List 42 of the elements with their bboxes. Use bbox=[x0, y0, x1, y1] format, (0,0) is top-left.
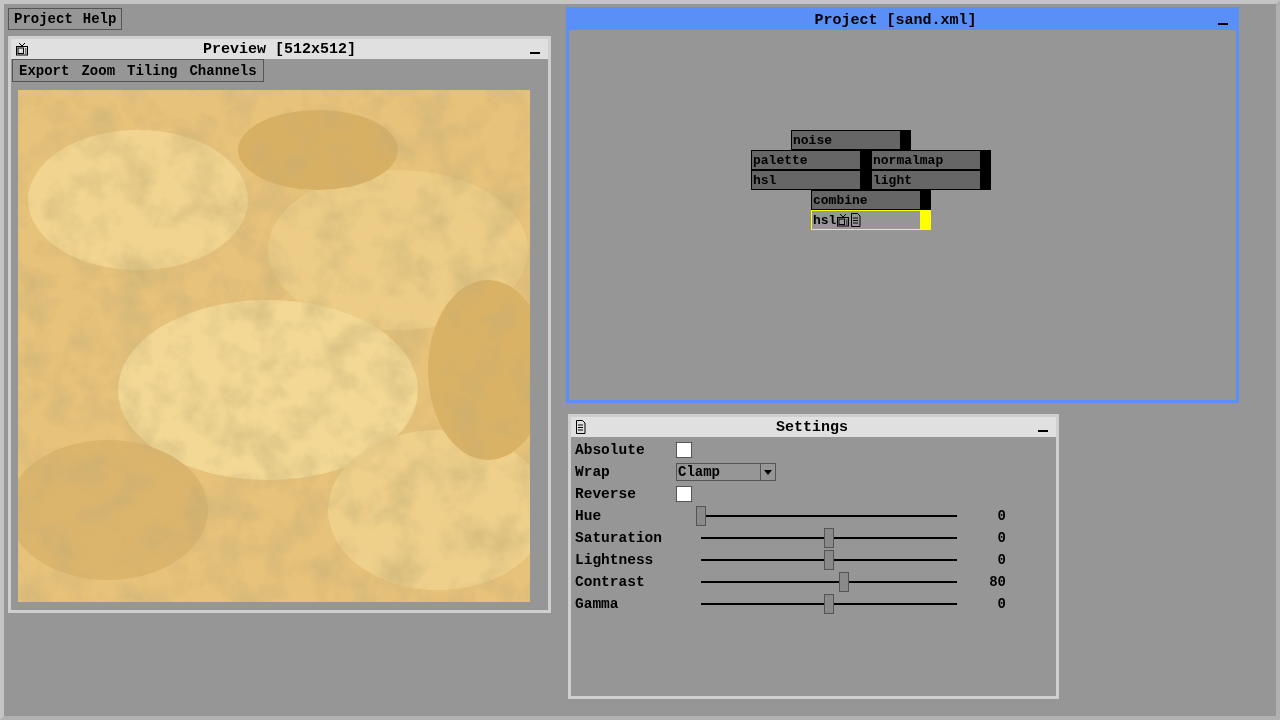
menu-item[interactable]: Channels bbox=[189, 62, 257, 79]
caret-icon bbox=[764, 469, 772, 475]
tv-icon bbox=[15, 42, 29, 56]
slider-value: 0 bbox=[996, 552, 1006, 568]
window-title: Preview [512x512] bbox=[202, 40, 357, 58]
menu-item[interactable]: Export bbox=[19, 62, 70, 79]
setting-label: Absolute bbox=[575, 442, 646, 458]
document-icon bbox=[850, 213, 862, 227]
menu-item[interactable]: Zoom bbox=[81, 62, 116, 79]
slider-thumb[interactable] bbox=[824, 528, 834, 548]
document-icon bbox=[575, 420, 586, 434]
setting-label: Gamma bbox=[575, 596, 620, 612]
checkbox[interactable] bbox=[676, 486, 692, 502]
graph-node[interactable]: combine bbox=[811, 190, 931, 210]
menu-item[interactable]: Help bbox=[82, 11, 117, 27]
window-title: Project [sand.xml] bbox=[813, 11, 978, 29]
tv-icon bbox=[836, 213, 851, 227]
dropdown[interactable]: Clamp bbox=[676, 463, 776, 481]
checkbox[interactable] bbox=[676, 442, 692, 458]
slider-value: 0 bbox=[996, 508, 1006, 524]
slider-value: 0 bbox=[996, 596, 1006, 612]
setting-label: Hue bbox=[575, 508, 603, 524]
slider-value: 0 bbox=[996, 530, 1006, 546]
slider-thumb[interactable] bbox=[824, 594, 834, 614]
slider-thumb[interactable] bbox=[824, 550, 834, 570]
setting-label: Lightness bbox=[575, 552, 655, 568]
graph-node[interactable]: noise bbox=[791, 130, 911, 150]
slider-value: 80 bbox=[988, 574, 1006, 590]
slider-thumb[interactable] bbox=[839, 572, 850, 592]
setting-label: Wrap bbox=[575, 464, 611, 480]
setting-label: Reverse bbox=[575, 486, 637, 502]
graph-node[interactable]: normalmap bbox=[871, 150, 991, 170]
menu-item[interactable]: Project bbox=[14, 11, 73, 27]
graph-node[interactable]: hsl bbox=[811, 210, 931, 230]
graph-node[interactable]: palette bbox=[751, 150, 871, 170]
setting-label: Contrast bbox=[575, 574, 646, 590]
setting-label: Saturation bbox=[575, 530, 663, 546]
menu-item[interactable]: Tiling bbox=[127, 62, 178, 79]
graph-node[interactable]: hsl bbox=[751, 170, 871, 190]
slider-thumb[interactable] bbox=[696, 506, 706, 526]
graph-node[interactable]: light bbox=[871, 170, 991, 190]
window-title: Settings bbox=[775, 418, 849, 436]
